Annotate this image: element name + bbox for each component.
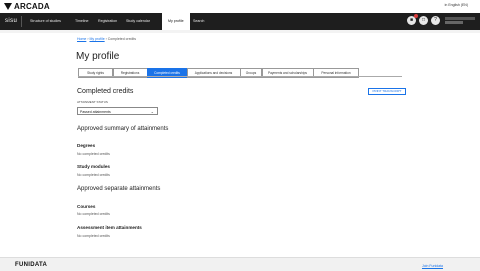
nav-subline bbox=[0, 30, 480, 33]
user-menu[interactable] bbox=[445, 17, 475, 26]
breadcrumb: Home › My profile › Completed credits bbox=[77, 37, 136, 41]
degrees-empty-text: No completed credits bbox=[77, 152, 110, 156]
nav-structure-of-studies[interactable]: Structure of studies bbox=[30, 13, 61, 30]
tab-personal-information[interactable]: Personal information bbox=[313, 68, 359, 78]
courses-empty-text: No completed credits bbox=[77, 212, 110, 216]
footer: FUNIDATA Join Funidata bbox=[0, 257, 480, 271]
completed-credits-heading: Completed credits bbox=[77, 88, 134, 95]
profile-tabs: Study rights Registrations Completed cre… bbox=[78, 68, 359, 78]
help-icon[interactable]: ? bbox=[431, 16, 440, 25]
tabs-divider bbox=[78, 76, 402, 77]
tab-applications-and-decisions[interactable]: Applications and decisions bbox=[186, 68, 241, 78]
nav-study-calendar[interactable]: Study calendar bbox=[126, 13, 150, 30]
attainment-status-label: ATTAINMENT STATUS bbox=[77, 100, 108, 104]
tab-registrations[interactable]: Registrations bbox=[112, 68, 148, 78]
arcada-logo[interactable]: ARCADA bbox=[4, 2, 50, 11]
arcada-logo-mark bbox=[4, 3, 12, 10]
approved-summary-heading: Approved summary of attainments bbox=[77, 126, 169, 132]
breadcrumb-current: Completed credits bbox=[107, 37, 136, 41]
language-selector[interactable]: in English (EN) bbox=[445, 3, 468, 7]
page-title: My profile bbox=[76, 51, 120, 62]
study-modules-heading: Study modules bbox=[77, 164, 110, 169]
notification-badge bbox=[414, 14, 418, 18]
assessment-items-empty-text: No completed credits bbox=[77, 234, 110, 238]
breadcrumb-home[interactable]: Home bbox=[77, 37, 86, 41]
footer-link[interactable]: Join Funidata bbox=[422, 264, 443, 268]
nav-my-profile[interactable]: My profile bbox=[162, 13, 190, 30]
tab-completed-credits[interactable]: Completed credits bbox=[147, 68, 187, 78]
approved-separate-heading: Approved separate attainments bbox=[77, 186, 161, 192]
degrees-heading: Degrees bbox=[77, 143, 96, 148]
arcada-logo-text: ARCADA bbox=[14, 2, 50, 11]
tab-payments-and-scholarships[interactable]: Payments and scholarships bbox=[261, 68, 314, 78]
print-transcript-button[interactable]: PRINT TRANSCRIPT bbox=[368, 88, 406, 95]
chevron-down-icon: ⌄ bbox=[150, 109, 154, 114]
main-navigation: sisu Structure of studies Timeline Regis… bbox=[0, 13, 480, 30]
nav-search[interactable]: Search bbox=[193, 13, 204, 30]
notifications-bell-icon[interactable]: ■ bbox=[407, 14, 418, 25]
tab-groups[interactable]: Groups bbox=[240, 68, 262, 78]
attainment-status-value: Passed attainments bbox=[80, 110, 111, 114]
nav-registration[interactable]: Registration bbox=[98, 13, 117, 30]
breadcrumb-my-profile[interactable]: My profile bbox=[89, 37, 104, 41]
assessment-items-heading: Assessment item attainments bbox=[77, 225, 142, 230]
funidata-logo: FUNIDATA bbox=[15, 262, 48, 268]
courses-heading: Courses bbox=[77, 204, 96, 209]
study-modules-empty-text: No completed credits bbox=[77, 173, 110, 177]
tab-study-rights[interactable]: Study rights bbox=[78, 68, 113, 78]
messages-inbox-icon[interactable]: □ bbox=[419, 16, 428, 25]
nav-divider bbox=[21, 16, 22, 27]
sisu-logo[interactable]: sisu bbox=[5, 18, 17, 24]
header-bar: ARCADA in English (EN) bbox=[0, 0, 480, 13]
attainment-status-select[interactable]: Passed attainments ⌄ bbox=[77, 107, 158, 115]
nav-timeline[interactable]: Timeline bbox=[75, 13, 88, 30]
